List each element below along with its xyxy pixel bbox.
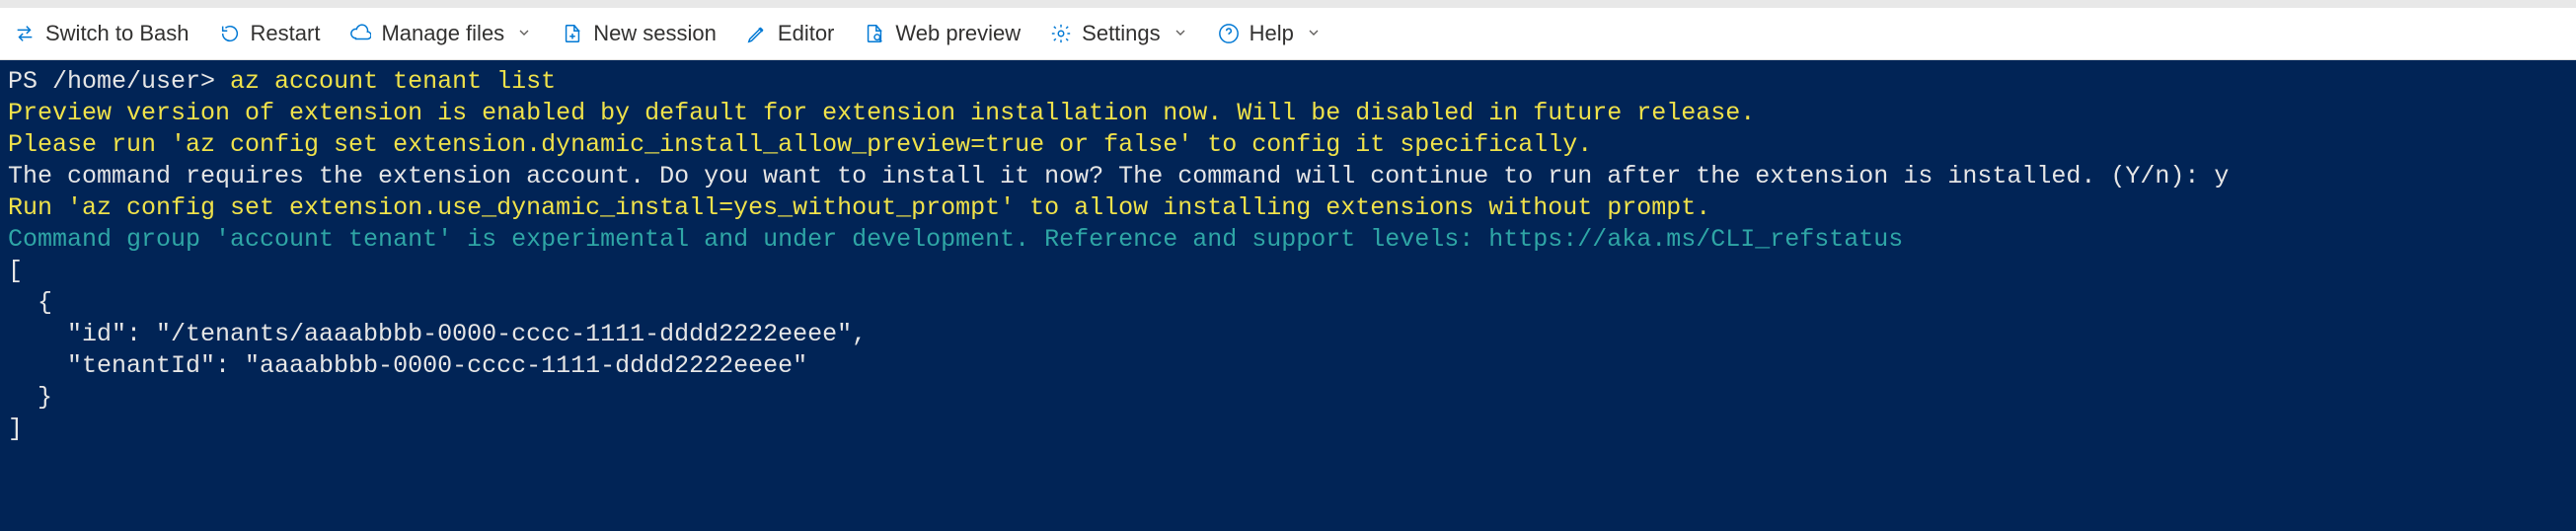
help-icon bbox=[1218, 23, 1240, 44]
json-line: } bbox=[8, 383, 52, 412]
top-gray-strip bbox=[0, 0, 2576, 8]
output-dynamic-install-hint: Run 'az config set extension.use_dynamic… bbox=[8, 193, 1710, 222]
new-session-icon bbox=[562, 23, 583, 44]
editor-icon bbox=[746, 23, 768, 44]
output-install-prompt: The command requires the extension accou… bbox=[8, 162, 2229, 190]
json-line: "tenantId": "aaaabbbb-0000-cccc-1111-ddd… bbox=[8, 351, 807, 380]
web-preview-icon bbox=[864, 23, 885, 44]
gear-icon bbox=[1050, 23, 1072, 44]
swap-icon bbox=[14, 23, 36, 44]
output-preview-line-1: Preview version of extension is enabled … bbox=[8, 99, 1755, 127]
typed-command: az account tenant list bbox=[230, 67, 556, 96]
json-line: { bbox=[8, 288, 52, 317]
manage-files-label: Manage files bbox=[381, 21, 504, 46]
chevron-down-icon bbox=[516, 21, 532, 46]
json-line: "id": "/tenants/aaaabbbb-0000-cccc-1111-… bbox=[8, 320, 867, 348]
restart-button[interactable]: Restart bbox=[219, 21, 321, 46]
prompt-prefix: PS /home/user> bbox=[8, 67, 230, 96]
cloud-shell-toolbar: Switch to Bash Restart Manage files New … bbox=[0, 8, 2576, 60]
json-line: [ bbox=[8, 257, 23, 285]
settings-button[interactable]: Settings bbox=[1050, 21, 1188, 46]
web-preview-button[interactable]: Web preview bbox=[864, 21, 1021, 46]
help-label: Help bbox=[1250, 21, 1294, 46]
output-preview-line-2: Please run 'az config set extension.dyna… bbox=[8, 130, 1592, 159]
editor-label: Editor bbox=[778, 21, 834, 46]
chevron-down-icon bbox=[1173, 21, 1188, 46]
json-line: ] bbox=[8, 415, 23, 443]
editor-button[interactable]: Editor bbox=[746, 21, 834, 46]
help-button[interactable]: Help bbox=[1218, 21, 1322, 46]
chevron-down-icon bbox=[1306, 21, 1322, 46]
restart-label: Restart bbox=[251, 21, 321, 46]
switch-to-bash-label: Switch to Bash bbox=[45, 21, 189, 46]
new-session-button[interactable]: New session bbox=[562, 21, 717, 46]
web-preview-label: Web preview bbox=[895, 21, 1021, 46]
manage-files-button[interactable]: Manage files bbox=[349, 21, 532, 46]
output-experimental-warning: Command group 'account tenant' is experi… bbox=[8, 225, 1903, 254]
settings-label: Settings bbox=[1082, 21, 1161, 46]
terminal-pane[interactable]: PS /home/user> az account tenant list Pr… bbox=[0, 60, 2576, 531]
switch-to-bash-button[interactable]: Switch to Bash bbox=[14, 21, 189, 46]
new-session-label: New session bbox=[593, 21, 717, 46]
cloud-files-icon bbox=[349, 23, 371, 44]
restart-icon bbox=[219, 23, 241, 44]
